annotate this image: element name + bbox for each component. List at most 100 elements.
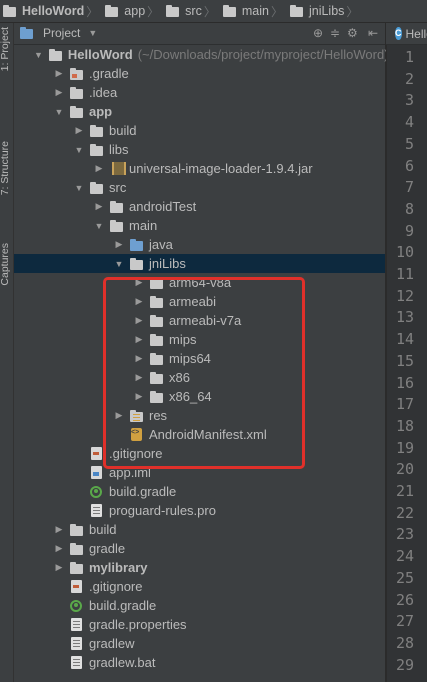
line-number: 13 [395, 308, 414, 327]
folder-icon [70, 542, 84, 556]
tree-row[interactable]: ▼ jniLibs [14, 254, 385, 273]
tree-item-label: jniLibs [149, 256, 186, 271]
expanded-arrow-icon[interactable]: ▼ [74, 145, 84, 155]
line-number: 18 [395, 416, 414, 435]
breadcrumb-item[interactable]: main [219, 0, 269, 22]
tree-row[interactable]: ▶ .idea [14, 83, 385, 102]
folder-icon [70, 523, 84, 537]
line-number: 23 [395, 525, 414, 544]
tree-row[interactable]: gradle.properties [14, 615, 385, 634]
collapsed-arrow-icon[interactable]: ▶ [54, 68, 64, 79]
breadcrumb-separator-icon: 〉 [346, 4, 359, 19]
expanded-arrow-icon[interactable]: ▼ [114, 259, 124, 269]
line-number: 17 [395, 395, 414, 414]
collapse-icon[interactable]: ≑ [330, 26, 340, 40]
tree-item-label: app [89, 104, 113, 119]
tree-row[interactable]: ▶ gradle [14, 539, 385, 558]
collapsed-arrow-icon[interactable]: ▶ [54, 87, 64, 98]
line-number: 24 [395, 547, 414, 566]
line-number: 11 [395, 265, 414, 283]
line-number: 19 [395, 438, 414, 457]
annotation-highlight-box [103, 277, 305, 469]
tree-item-label: src [109, 180, 127, 195]
tree-row[interactable]: proguard-rules.pro [14, 501, 385, 520]
doc-file-icon [70, 636, 84, 651]
collapsed-arrow-icon[interactable]: ▶ [74, 125, 84, 136]
collapsed-arrow-icon[interactable]: ▶ [54, 562, 64, 573]
expanded-arrow-icon[interactable]: ▼ [94, 221, 104, 231]
expanded-arrow-icon[interactable]: ▼ [74, 183, 84, 193]
gradle-file-icon [90, 485, 104, 499]
breadcrumb-item[interactable]: HelloWord [0, 0, 84, 22]
tree-item-label: build [109, 123, 137, 138]
breadcrumb-item[interactable]: app [101, 0, 145, 22]
tree-row[interactable]: ▶ androidTest [14, 197, 385, 216]
git-file-icon [70, 579, 84, 594]
tree-row[interactable]: build.gradle [14, 596, 385, 615]
tree-item-label: universal-image-loader-1.9.4.jar [129, 161, 313, 176]
tree-row[interactable]: ▼ main [14, 216, 385, 235]
expanded-arrow-icon[interactable]: ▼ [34, 50, 43, 60]
tree-row[interactable]: ▶ build [14, 121, 385, 140]
tree-row[interactable]: ▼ src [14, 178, 385, 197]
line-number: 7 [404, 178, 414, 197]
breadcrumb-label: HelloWord [22, 4, 85, 18]
tree-item-label: main [129, 218, 158, 233]
tree-row[interactable]: gradlew.bat [14, 653, 385, 672]
tree-row[interactable]: ▶ java [14, 235, 385, 254]
tool-window-strip: 1: Project 7: Structure Captures [0, 23, 14, 682]
tree-row[interactable]: build.gradle [14, 482, 385, 501]
project-tool-tab[interactable]: 1: Project [0, 27, 11, 71]
breadcrumb-item[interactable]: src [162, 0, 202, 22]
tree-row[interactable]: .gitignore [14, 577, 385, 596]
line-number: 26 [395, 590, 414, 609]
tree-item-label: .idea [89, 85, 118, 100]
tree-item-label: HelloWord [67, 47, 133, 62]
doc-file-icon [90, 503, 104, 518]
breadcrumb-item[interactable]: jniLibs [286, 0, 344, 22]
tree-item-label: build.gradle [109, 484, 177, 499]
breadcrumb-label: jniLibs [308, 4, 345, 18]
tree-item-label: gradlew [89, 636, 135, 651]
tree-row[interactable]: ▼ app [14, 102, 385, 121]
collapsed-arrow-icon[interactable]: ▶ [114, 239, 124, 250]
line-number: 20 [395, 460, 414, 479]
collapsed-arrow-icon[interactable]: ▶ [54, 543, 64, 554]
tree-item-label: .gitignore [89, 579, 143, 594]
tree-item-label: libs [109, 142, 129, 157]
structure-tool-tab[interactable]: 7: Structure [0, 141, 11, 195]
collapsed-arrow-icon[interactable]: ▶ [54, 524, 64, 535]
project-view-label: Project [43, 26, 81, 40]
editor-tab[interactable]: C Hello [386, 23, 427, 45]
hide-panel-icon[interactable]: ⇤ [368, 26, 378, 40]
folder-icon [90, 124, 104, 138]
tree-row[interactable]: gradlew [14, 634, 385, 653]
gradle-file-icon [70, 599, 84, 613]
folder-icon [289, 4, 304, 18]
collapsed-arrow-icon[interactable]: ▶ [94, 163, 104, 174]
tree-row[interactable]: ▶ build [14, 520, 385, 539]
collapsed-arrow-icon[interactable]: ▶ [94, 201, 104, 212]
folder-icon [105, 4, 119, 18]
tree-row[interactable]: ▼ libs [14, 140, 385, 159]
tree-row[interactable]: ▼ HelloWord (~/Downloads/project/myproject… [14, 45, 389, 64]
tree-row[interactable]: ▶ universal-image-loader-1.9.4.jar [14, 159, 385, 178]
captures-tool-tab[interactable]: Captures [0, 243, 11, 286]
folder-icon [110, 219, 124, 233]
tree-row[interactable]: ▶ mylibrary [14, 558, 385, 577]
tree-row[interactable]: ▶ .gradle [14, 64, 385, 83]
project-panel-toolbar: Project ▼ ⊕ ≑ ⚙ ⇤ [14, 23, 385, 45]
folder-icon [3, 4, 17, 18]
expanded-arrow-icon[interactable]: ▼ [54, 107, 64, 117]
git-file-icon [90, 446, 104, 461]
line-number: 8 [404, 199, 414, 218]
gear-icon[interactable]: ⚙ [347, 26, 358, 40]
project-path-label: (~/Downloads/project/myproject/HelloWord… [137, 47, 389, 62]
folder-icon [70, 86, 84, 100]
project-view-selector[interactable]: Project ▼ [20, 26, 97, 40]
module-folder-icon [48, 48, 63, 62]
breadcrumb-label: main [241, 4, 269, 18]
tree-item-label: java [149, 237, 173, 252]
sync-icon[interactable]: ⊕ [313, 26, 323, 40]
breadcrumb-separator-icon: 〉 [270, 4, 283, 19]
